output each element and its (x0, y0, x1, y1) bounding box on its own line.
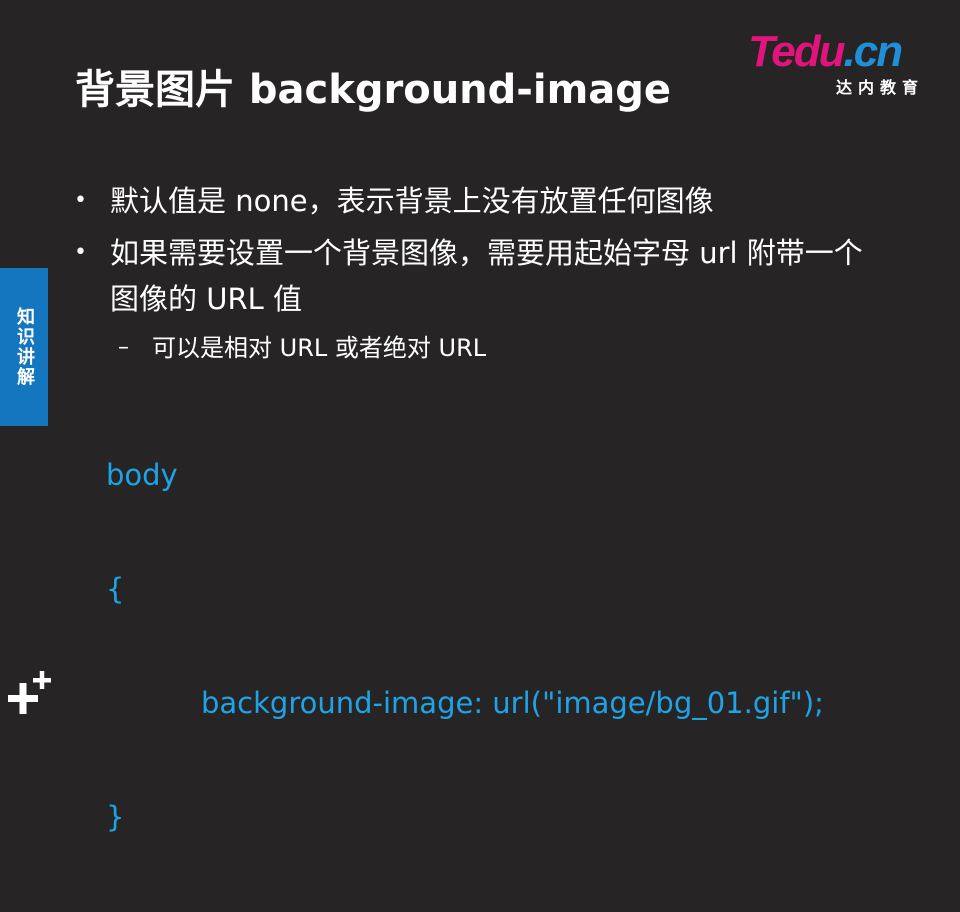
dash-icon: – (118, 335, 129, 360)
logo-t: T (748, 27, 773, 76)
page-title: 背景图片 background-image (75, 67, 672, 113)
sub-bullet-text: 可以是相对 URL 或者绝对 URL (152, 334, 487, 362)
code-line-declaration: background-image: url("image/bg_01.gif")… (201, 686, 824, 720)
code-block: body { background-image: url("image/bg_0… (106, 380, 824, 912)
slide: 背景图片 background-image Tedu.cn 达内教育 知识讲解 … (0, 0, 960, 834)
code-line-open-brace: { (106, 572, 125, 606)
bullet-text: 默认值是 none，表示背景上没有放置任何图像 (110, 184, 714, 218)
bullet-item: • 如果需要设置一个背景图像，需要用起始字母 url 附带一个图像的 URL 值 (70, 230, 870, 322)
sub-bullet-item: – 可以是相对 URL 或者绝对 URL (70, 328, 870, 368)
plus-plus-icon (8, 671, 51, 714)
logo-dot: . (843, 27, 855, 76)
code-line-close-brace: } (106, 800, 125, 834)
bullet-list: • 默认值是 none，表示背景上没有放置任何图像 • 如果需要设置一个背景图像… (70, 178, 870, 368)
code-line-selector: body (106, 458, 178, 492)
logo-wordmark: Tedu.cn (748, 27, 903, 76)
bullet-dot-icon: • (74, 240, 87, 265)
logo-edu: edu (771, 27, 845, 76)
logo-subtitle: 达内教育 (835, 78, 924, 97)
bullet-text: 如果需要设置一个背景图像，需要用起始字母 url 附带一个图像的 URL 值 (110, 236, 863, 316)
bullet-item: • 默认值是 none，表示背景上没有放置任何图像 (70, 178, 870, 224)
tedu-logo: Tedu.cn 达内教育 (748, 28, 938, 98)
logo-cn: cn (853, 27, 903, 76)
side-tab-label: 知识讲解 (14, 307, 35, 387)
side-tab: 知识讲解 (0, 268, 48, 426)
bullet-dot-icon: • (74, 188, 87, 213)
